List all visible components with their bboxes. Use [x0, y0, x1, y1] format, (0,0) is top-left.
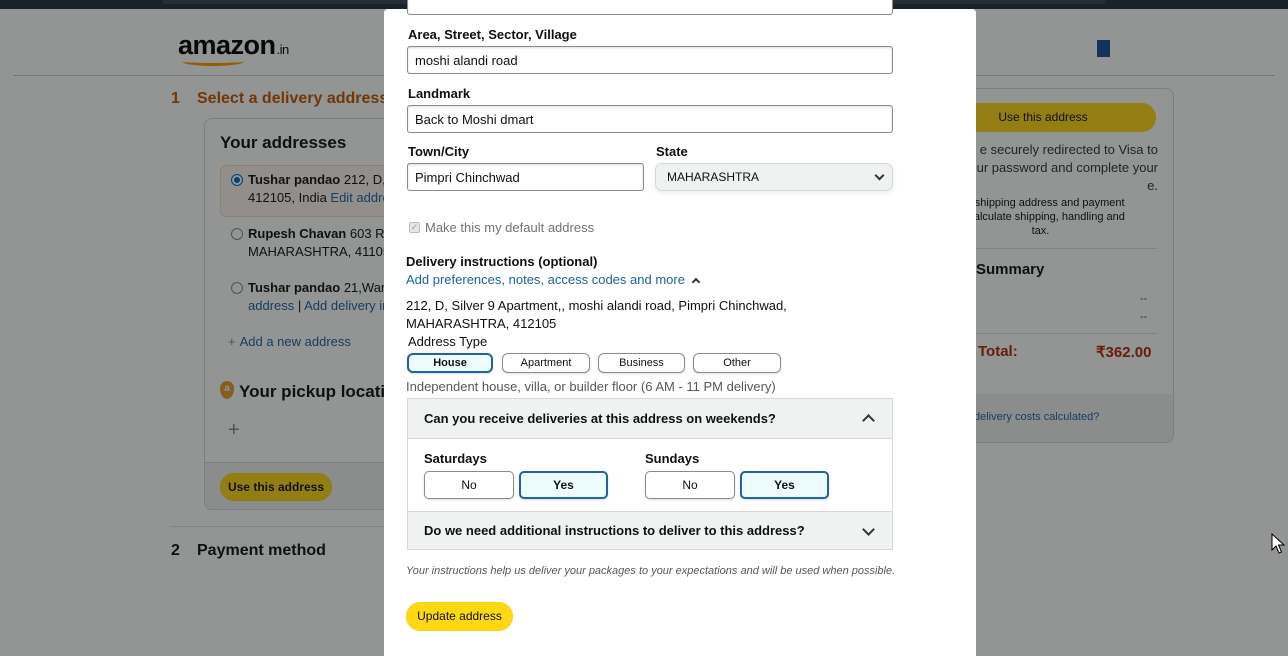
landmark-input[interactable] [407, 105, 893, 133]
town-city-input[interactable] [407, 163, 644, 191]
sundays-label: Sundays [645, 451, 700, 466]
address-type-description: Independent house, villa, or builder flo… [406, 379, 776, 394]
add-preferences-link[interactable]: Add preferences, notes, access codes and… [406, 272, 701, 287]
chevron-up-icon [691, 277, 701, 287]
address-type-label: Address Type [408, 334, 488, 349]
sunday-no-button[interactable]: No [645, 471, 735, 499]
state-label: State [656, 144, 688, 159]
instructions-note: Your instructions help us deliver your p… [406, 565, 896, 577]
saturdays-label: Saturdays [424, 451, 487, 466]
area-label: Area, Street, Sector, Village [408, 27, 577, 42]
default-address-label: Make this my default address [425, 220, 595, 235]
additional-instructions-question: Do we need additional instructions to de… [424, 523, 805, 538]
saturday-no-button[interactable]: No [424, 471, 514, 499]
address-type-house[interactable]: House [407, 353, 493, 373]
chevron-down-icon [874, 170, 885, 181]
address-type-other[interactable]: Other [693, 353, 781, 373]
update-address-button[interactable]: Update address [406, 602, 513, 631]
mouse-cursor-icon [1271, 533, 1285, 554]
landmark-label: Landmark [408, 86, 471, 101]
weekend-question: Can you receive deliveries at this addre… [424, 411, 776, 426]
area-street-input[interactable] [407, 46, 893, 74]
edit-address-modal: Area, Street, Sector, Village Landmark T… [384, 0, 976, 656]
address-preview: 212, D, Silver 9 Apartment,, moshi aland… [406, 298, 787, 331]
address-type-business[interactable]: Business [598, 353, 685, 373]
town-city-label: Town/City [408, 144, 470, 159]
delivery-instructions-title: Delivery instructions (optional) [406, 254, 598, 269]
saturday-yes-button[interactable]: Yes [519, 471, 608, 499]
state-select[interactable]: MAHARASHTRA [655, 163, 893, 191]
sunday-yes-button[interactable]: Yes [740, 471, 829, 499]
default-address-checkbox[interactable]: ✓ [409, 222, 420, 233]
address-type-apartment[interactable]: Apartment [502, 353, 590, 373]
previous-field-input[interactable] [407, 0, 893, 15]
